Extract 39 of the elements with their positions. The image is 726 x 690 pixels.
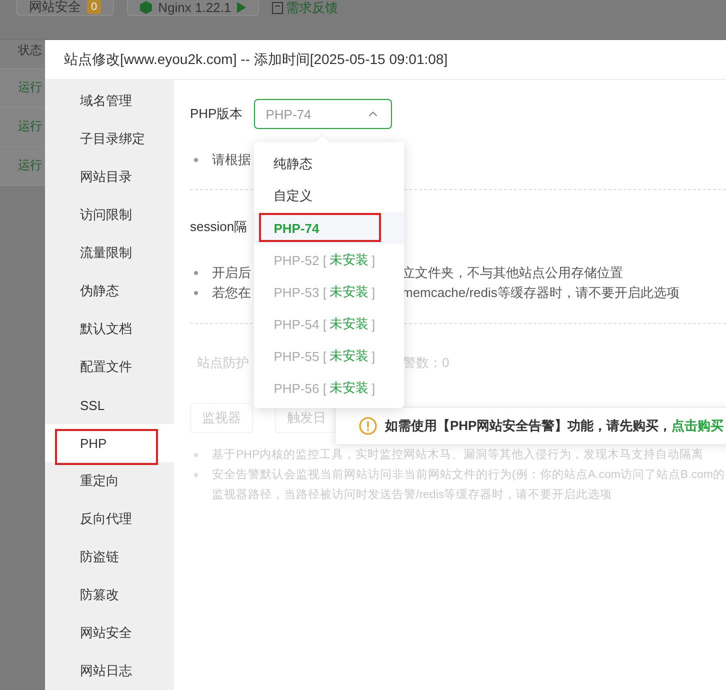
sidebar-item[interactable]: 防篡改: [45, 576, 174, 614]
document-icon: [272, 2, 284, 14]
count-badge: 0: [87, 0, 102, 14]
bullet-dot: [194, 271, 198, 275]
sidebar-item[interactable]: SSL: [45, 386, 174, 424]
warning-icon: [359, 417, 377, 435]
table-cell: 运行: [0, 147, 45, 186]
table-header: 状态: [0, 40, 45, 69]
hint-text: 请根据: [212, 151, 251, 169]
table-cell: 运行: [0, 69, 45, 108]
bullet-dot: [194, 473, 198, 477]
field-label: PHP版本: [190, 105, 243, 123]
sidebar-item[interactable]: 网站安全: [45, 614, 174, 652]
sidebar-item[interactable]: 默认文档: [45, 310, 174, 348]
sidebar-item[interactable]: 域名管理: [45, 82, 174, 120]
note-text: 若您在: [212, 285, 251, 300]
play-icon: [237, 2, 246, 12]
sidebar-item[interactable]: 子目录绑定: [45, 120, 174, 158]
bullet-dot: [194, 291, 198, 295]
bullet-dot: [194, 158, 198, 162]
note-text: memcache/redis等缓存器时，请不要开启此选项: [402, 284, 680, 302]
sidebar-item[interactable]: 访问限制: [45, 196, 174, 234]
hexagon-icon: [140, 0, 152, 14]
session-label: session隔: [190, 218, 248, 236]
sidebar-item[interactable]: 反向代理: [45, 500, 174, 538]
sidebar-item[interactable]: 流量限制: [45, 234, 174, 272]
sidebar-item[interactable]: 配置文件: [45, 348, 174, 386]
dropdown-option[interactable]: 自定义: [254, 180, 404, 212]
sidebar-item[interactable]: PHP: [45, 424, 174, 462]
bullet-dot: [194, 453, 198, 457]
note-text: 开启后: [212, 265, 251, 280]
toast-message: 如需使用【PHP网站安全告警】功能，请先购买，点击购买: [385, 417, 724, 435]
sidebar-item[interactable]: 网站目录: [45, 158, 174, 196]
dropdown-option[interactable]: 纯静态: [254, 148, 404, 180]
table-cell: 运行: [0, 108, 45, 147]
sidebar-item[interactable]: 伪静态: [45, 272, 174, 310]
sidebar-item[interactable]: 重定向: [45, 462, 174, 500]
sidebar-item[interactable]: 网站日志: [45, 652, 174, 690]
sidebar-item[interactable]: 防盗链: [45, 538, 174, 576]
